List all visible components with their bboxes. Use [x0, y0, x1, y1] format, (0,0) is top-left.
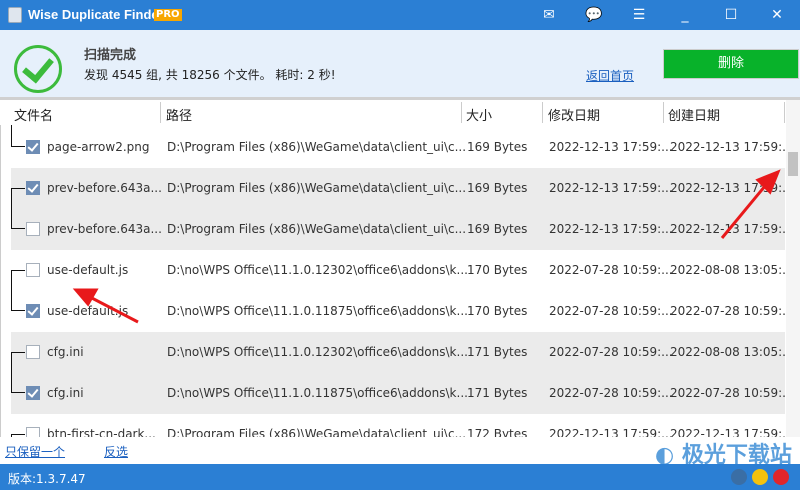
modified-date: 2022-07-28 10:59:...	[549, 304, 673, 318]
tree-line	[11, 188, 25, 229]
pro-badge: PRO	[154, 9, 182, 21]
file-path: D:\no\WPS Office\11.1.0.12302\office6\ad…	[167, 263, 468, 277]
col-modified[interactable]: 修改日期	[548, 105, 600, 124]
mail-icon[interactable]: ✉	[539, 5, 559, 25]
col-filename[interactable]: 文件名	[14, 105, 53, 124]
file-path: D:\no\WPS Office\11.1.0.11875\office6\ad…	[167, 304, 468, 318]
scan-status-title: 扫描完成	[84, 48, 137, 63]
weibo-icon[interactable]	[773, 469, 789, 485]
row-checkbox[interactable]	[26, 222, 40, 236]
pin-icon[interactable]	[731, 469, 747, 485]
invert-selection-link[interactable]: 反选	[104, 443, 128, 460]
tree-line	[11, 270, 25, 311]
minimize-icon[interactable]: _	[675, 5, 695, 25]
maximize-icon[interactable]: ☐	[721, 5, 741, 25]
tree-line	[11, 352, 25, 393]
file-name: use-default.js	[47, 263, 129, 277]
app-title: Wise Duplicate Finder	[28, 7, 164, 22]
created-date: 2022-08-08 13:05:...	[670, 263, 786, 277]
scan-result-header: 扫描完成 发现 4545 组, 共 18256 个文件。 耗时: 2 秒! 返回…	[0, 30, 800, 100]
star-icon[interactable]	[752, 469, 768, 485]
col-created[interactable]: 创建日期	[668, 105, 720, 124]
table-row[interactable]: page-arrow2.png D:\Program Files (x86)\We…	[11, 125, 786, 168]
row-checkbox[interactable]	[26, 140, 40, 154]
row-checkbox[interactable]	[26, 427, 40, 437]
check-circle-icon	[14, 45, 62, 93]
row-checkbox[interactable]	[26, 181, 40, 195]
modified-date: 2022-07-28 10:59:...	[549, 386, 673, 400]
modified-date: 2022-07-28 10:59:...	[549, 263, 673, 277]
file-size: 170 Bytes	[467, 263, 528, 277]
scan-summary: 发现 4545 组, 共 18256 个文件。 耗时: 2 秒!	[84, 68, 336, 82]
back-home-link[interactable]: 返回首页	[586, 67, 634, 84]
table-row[interactable]: use-default.js D:\no\WPS Office\11.1.0.11…	[11, 270, 786, 332]
scrollbar-thumb[interactable]	[788, 152, 798, 176]
table-row[interactable]: use-default.js D:\no\WPS Office\11.1.0.12…	[11, 250, 786, 291]
version-label: 版本:1.3.7.47	[8, 472, 86, 486]
column-header: 文件名 路径 大小 修改日期 创建日期	[0, 100, 786, 125]
file-path: D:\no\WPS Office\11.1.0.11875\office6\ad…	[167, 386, 468, 400]
close-icon[interactable]: ✕	[767, 5, 787, 25]
file-size: 169 Bytes	[467, 140, 528, 154]
file-size: 169 Bytes	[467, 222, 528, 236]
modified-date: 2022-12-13 17:59:...	[549, 140, 673, 154]
table-row[interactable]: cfg.ini D:\no\WPS Office\11.1.0.11875\off…	[11, 352, 786, 414]
file-size: 170 Bytes	[467, 304, 528, 318]
table-row[interactable]: prev-before.643a... D:\Program Files (x86…	[11, 188, 786, 250]
modified-date: 2022-12-13 17:59:...	[549, 181, 673, 195]
modified-date: 2022-12-13 17:59:...	[549, 222, 673, 236]
created-date: 2022-12-13 17:59:...	[670, 140, 786, 154]
table-row[interactable]: btn-first-cn-dark... D:\Program Files (x8…	[11, 414, 786, 437]
file-size: 169 Bytes	[467, 181, 528, 195]
status-bar: 版本:1.3.7.47	[0, 464, 800, 490]
app-icon	[8, 7, 22, 23]
table-row[interactable]: prev-before.643a... D:\Program Files (x86…	[11, 168, 786, 209]
file-name: prev-before.643a...	[47, 222, 162, 236]
modified-date: 2022-07-28 10:59:...	[549, 345, 673, 359]
tree-line	[11, 434, 25, 437]
file-name: btn-first-cn-dark...	[47, 427, 156, 437]
delete-button[interactable]: 删除	[663, 49, 799, 79]
file-path: D:\Program Files (x86)\WeGame\data\clien…	[167, 181, 467, 195]
created-date: 2022-12-13 17:59:...	[670, 427, 786, 437]
created-date: 2022-07-28 10:59:...	[670, 304, 786, 318]
row-checkbox[interactable]	[26, 386, 40, 400]
created-date: 2022-12-13 17:59:...	[670, 181, 786, 195]
file-size: 171 Bytes	[467, 386, 528, 400]
file-path: D:\Program Files (x86)\WeGame\data\clien…	[167, 222, 467, 236]
title-bar: Wise Duplicate Finder PRO ✉ 💬 ☰ _ ☐ ✕	[0, 0, 800, 30]
file-name: page-arrow2.png	[47, 140, 150, 154]
file-path: D:\Program Files (x86)\WeGame\data\clien…	[167, 140, 467, 154]
row-checkbox[interactable]	[26, 304, 40, 318]
file-path: D:\no\WPS Office\11.1.0.12302\office6\ad…	[167, 345, 468, 359]
file-name: cfg.ini	[47, 345, 84, 359]
modified-date: 2022-12-13 17:59:...	[549, 427, 673, 437]
created-date: 2022-12-13 17:59:...	[670, 222, 786, 236]
col-path[interactable]: 路径	[166, 105, 192, 124]
file-path: D:\Program Files (x86)\WeGame\data\clien…	[167, 427, 467, 437]
row-checkbox[interactable]	[26, 263, 40, 277]
tree-line	[11, 125, 25, 147]
file-name: use-default.js	[47, 304, 129, 318]
file-name: cfg.ini	[47, 386, 84, 400]
duplicate-file-list: page-arrow2.png D:\Program Files (x86)\We…	[0, 125, 786, 437]
feedback-icon[interactable]: 💬	[584, 5, 604, 25]
scrollbar[interactable]	[786, 100, 800, 437]
file-size: 171 Bytes	[467, 345, 528, 359]
file-size: 172 Bytes	[467, 427, 528, 437]
row-checkbox[interactable]	[26, 345, 40, 359]
created-date: 2022-08-08 13:05:...	[670, 345, 786, 359]
menu-icon[interactable]: ☰	[629, 5, 649, 25]
keep-one-link[interactable]: 只保留一个	[5, 443, 65, 460]
table-row[interactable]: cfg.ini D:\no\WPS Office\11.1.0.12302\off…	[11, 332, 786, 373]
file-name: prev-before.643a...	[47, 181, 162, 195]
created-date: 2022-07-28 10:59:...	[670, 386, 786, 400]
col-size[interactable]: 大小	[466, 105, 492, 124]
